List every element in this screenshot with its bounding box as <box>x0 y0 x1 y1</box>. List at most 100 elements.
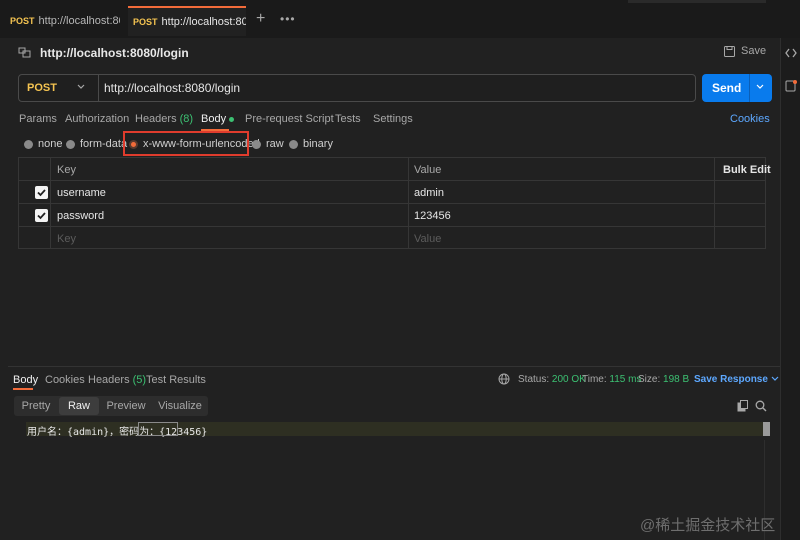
radio-dot <box>66 139 75 149</box>
table-divider <box>18 180 766 181</box>
send-label[interactable]: Send <box>712 81 741 95</box>
status-value: 200 OK <box>551 374 586 385</box>
copy-icon[interactable] <box>737 400 749 412</box>
new-key-placeholder[interactable]: Key <box>57 233 76 245</box>
column-header-value: Value <box>414 164 442 176</box>
status-label: Status: <box>518 374 550 385</box>
radio-label: raw <box>266 138 284 150</box>
radio-dot <box>24 139 33 149</box>
view-pretty[interactable]: Pretty <box>16 397 56 415</box>
chevron-down-icon <box>771 376 779 382</box>
view-preview[interactable]: Preview <box>102 397 150 415</box>
response-status: Status: 200 OK <box>518 374 586 385</box>
tab-request-2-active[interactable]: POST http://localhost:8080/log <box>128 6 246 36</box>
scrollbar-marker[interactable] <box>763 422 770 436</box>
code-icon[interactable] <box>785 48 797 58</box>
size-value: 198 B <box>663 374 690 385</box>
tab-settings[interactable]: Settings <box>373 113 413 125</box>
table-divider <box>18 203 766 204</box>
response-tab-test-results[interactable]: Test Results <box>146 374 206 386</box>
method-select[interactable]: POST <box>19 75 99 101</box>
active-tab-underline <box>13 388 33 390</box>
table-divider <box>18 226 766 227</box>
tab-body-label: Body <box>201 113 227 125</box>
radio-raw[interactable]: raw <box>252 138 284 150</box>
radio-form-data[interactable]: form-data <box>66 138 127 150</box>
view-raw[interactable]: Raw <box>59 397 99 415</box>
title-bar-highlight <box>628 0 766 3</box>
response-headers-count: (5) <box>132 374 147 386</box>
save-label: Save <box>741 45 767 57</box>
http-request-icon <box>18 47 31 58</box>
check-icon <box>37 189 46 197</box>
new-tab-button[interactable]: + <box>256 10 265 28</box>
radio-dot <box>289 139 298 149</box>
send-options-chevron-icon[interactable] <box>756 84 764 90</box>
method-value: POST <box>27 82 57 94</box>
row-checkbox[interactable] <box>35 209 48 222</box>
tab-request-1[interactable]: POST http://localhost:8080 × <box>10 8 120 34</box>
radio-none[interactable]: none <box>24 138 62 150</box>
cookies-link[interactable]: Cookies <box>730 113 770 125</box>
row-checkbox[interactable] <box>35 186 48 199</box>
radio-label: binary <box>303 138 333 150</box>
right-sidebar <box>780 38 800 540</box>
param-value[interactable]: admin <box>414 187 444 199</box>
size-label: Size: <box>638 374 661 385</box>
view-visualize[interactable]: Visualize <box>154 397 206 415</box>
url-input[interactable]: http://localhost:8080/login <box>104 81 240 95</box>
response-size: Size: 198 B <box>638 374 689 385</box>
send-divider <box>749 74 750 102</box>
response-time: Time: 115 ms <box>582 374 641 385</box>
response-tab-headers[interactable]: Headers (5) <box>88 374 146 386</box>
save-icon <box>724 45 735 57</box>
radio-label: none <box>38 138 63 150</box>
time-label: Time: <box>582 374 607 385</box>
tab-tests[interactable]: Tests <box>335 113 361 125</box>
save-response-button[interactable]: Save Response <box>694 374 779 385</box>
highlight-box <box>123 131 249 156</box>
new-value-placeholder[interactable]: Value <box>414 233 441 245</box>
tab-bar <box>0 0 800 38</box>
response-tab-cookies[interactable]: Cookies <box>45 374 85 386</box>
watermark: @稀土掘金技术社区 <box>640 517 776 534</box>
table-divider <box>50 157 51 249</box>
response-divider <box>8 366 780 367</box>
search-icon[interactable] <box>755 400 767 412</box>
table-divider <box>408 157 409 249</box>
chevron-down-icon <box>77 84 85 89</box>
save-button[interactable]: Save <box>724 45 766 57</box>
request-title[interactable]: http://localhost:8080/login <box>40 46 189 60</box>
tab-method: POST <box>133 17 158 27</box>
headers-count: (8) <box>179 113 194 125</box>
param-key[interactable]: username <box>57 187 106 199</box>
response-tab-body[interactable]: Body <box>13 374 38 386</box>
save-response-label: Save Response <box>694 374 768 385</box>
tab-body[interactable]: Body <box>201 113 235 125</box>
body-modified-dot <box>229 116 235 122</box>
more-tabs-icon[interactable]: ••• <box>280 12 296 26</box>
tab-method: POST <box>10 16 35 26</box>
check-icon <box>37 212 46 220</box>
tab-params[interactable]: Params <box>19 113 57 125</box>
param-value[interactable]: 123456 <box>414 210 451 222</box>
info-icon[interactable] <box>785 80 797 92</box>
table-divider <box>714 157 715 249</box>
tab-authorization[interactable]: Authorization <box>65 113 129 125</box>
globe-icon[interactable] <box>498 373 510 385</box>
tab-pre-request-script[interactable]: Pre-request Script <box>245 113 334 125</box>
selection-cursor <box>138 422 178 436</box>
tab-url: http://localhost:8080 <box>38 15 120 27</box>
param-key[interactable]: password <box>57 210 104 222</box>
tab-headers[interactable]: Headers (8) <box>135 113 193 125</box>
time-value: 115 ms <box>609 374 642 385</box>
radio-dot <box>252 139 261 149</box>
response-tab-headers-label: Headers <box>88 374 130 386</box>
radio-label: form-data <box>80 138 128 150</box>
bulk-edit-button[interactable]: Bulk Edit <box>723 164 771 176</box>
tab-url: http://localhost:8080/log <box>161 16 246 28</box>
radio-binary[interactable]: binary <box>289 138 333 150</box>
column-header-key: Key <box>57 164 76 176</box>
tab-headers-label: Headers <box>135 113 177 125</box>
response-body-text[interactable]: 用户名：{admin}，密码为：{123456} <box>27 423 207 438</box>
